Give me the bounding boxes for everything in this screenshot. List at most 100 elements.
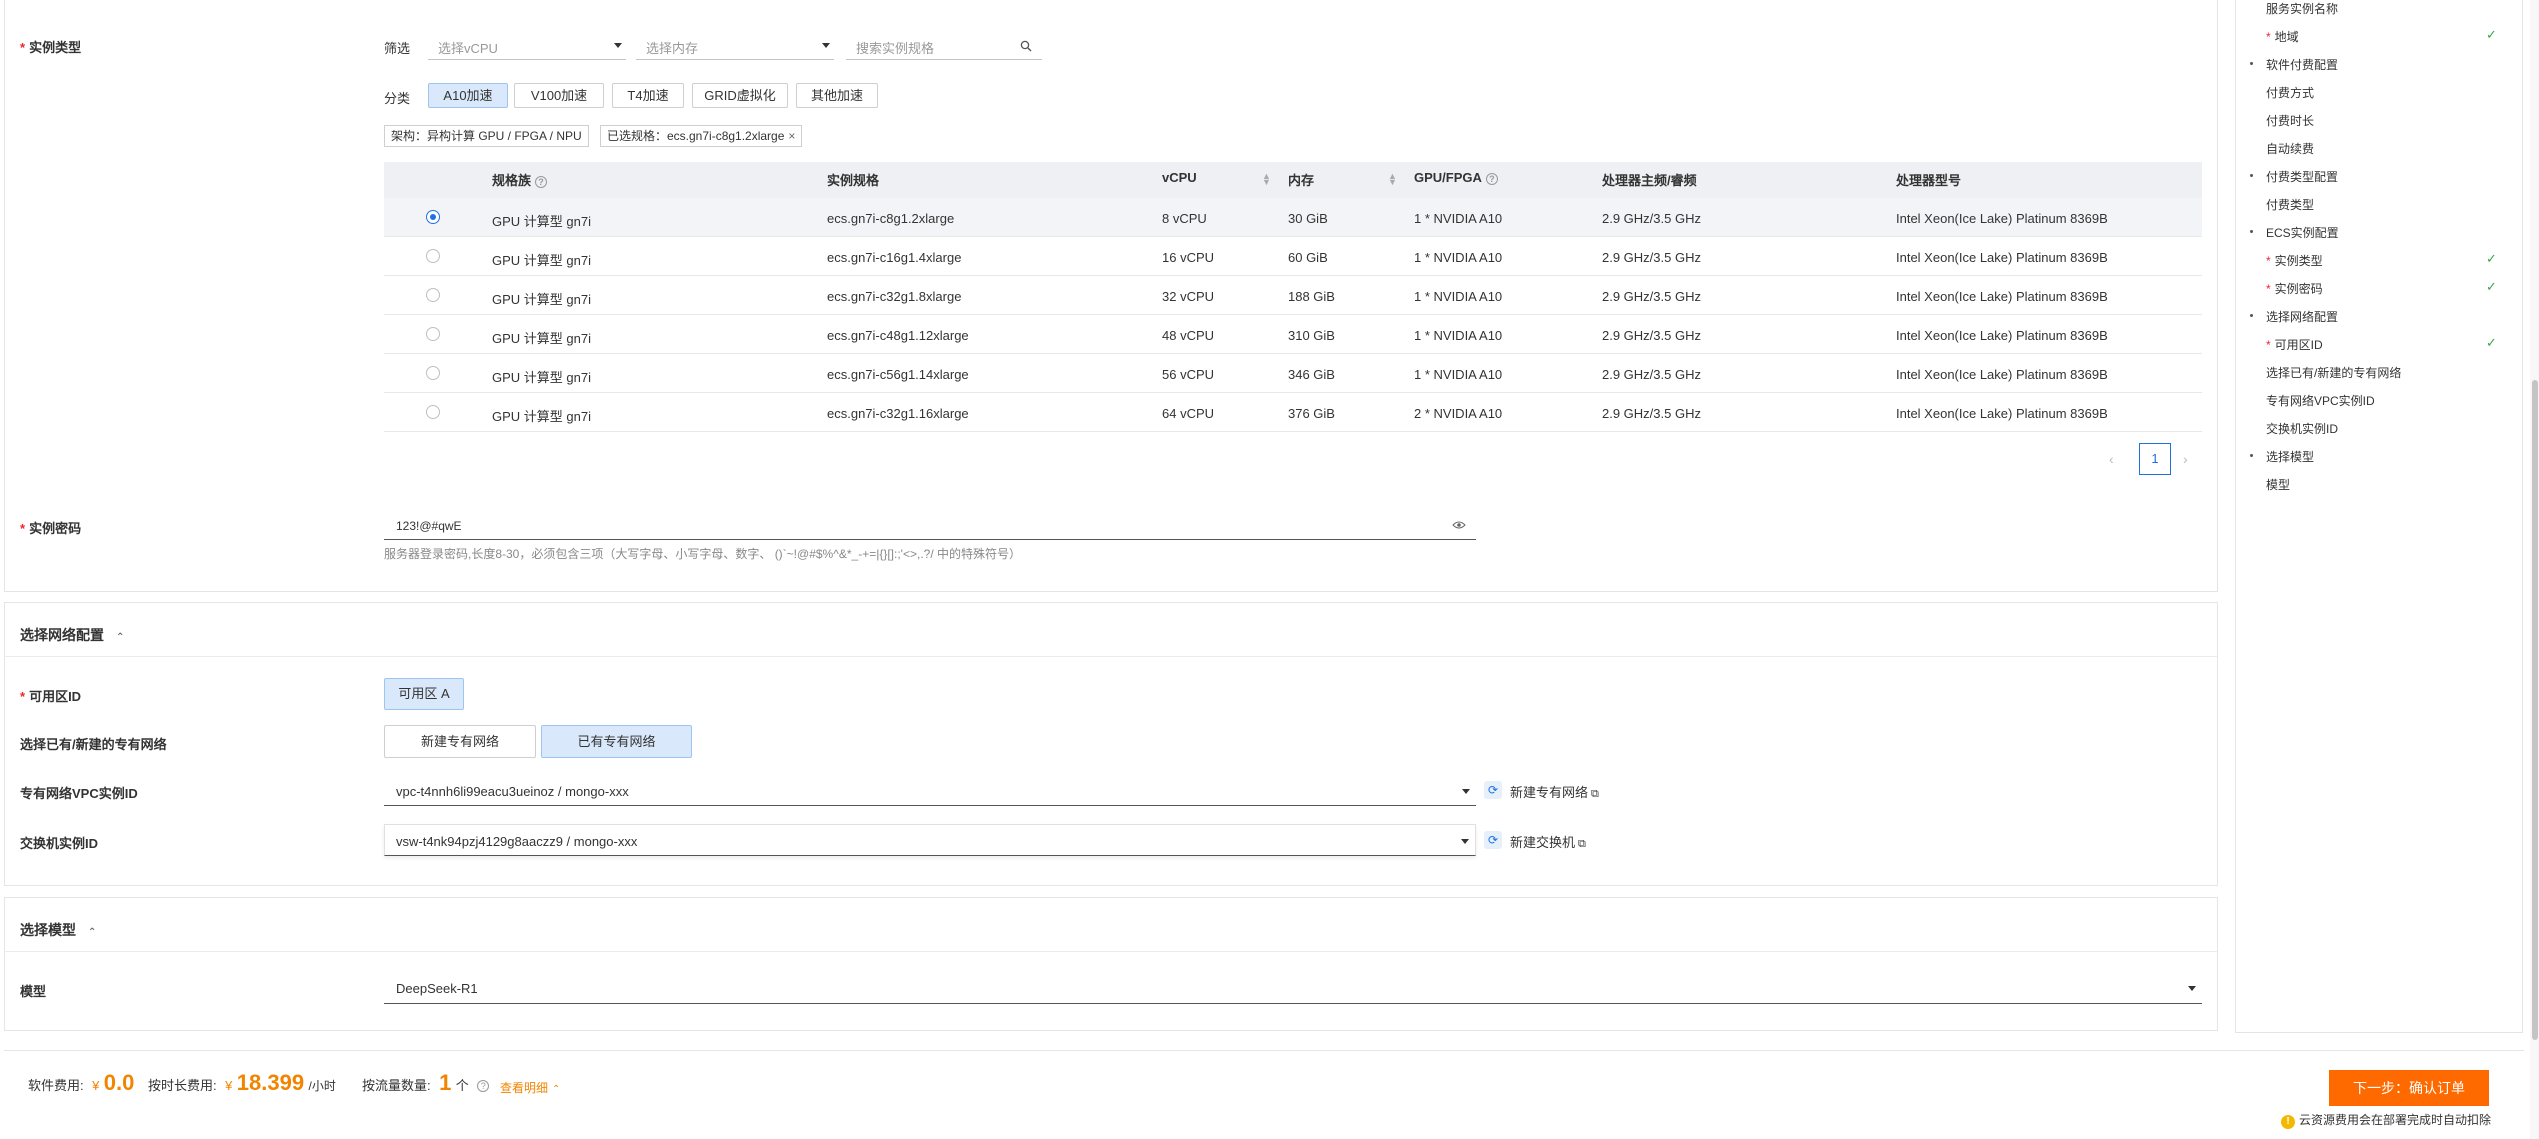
category-grid-button[interactable]: GRID虚拟化 xyxy=(692,83,788,108)
sidebar-item-label: 选择已有/新建的专有网络 xyxy=(2266,366,2402,380)
vswitch-label: 交换机实例ID xyxy=(20,836,99,851)
sidebar-item-label: 实例密码 xyxy=(2274,282,2323,296)
sidebar-item[interactable]: 选择网络配置 xyxy=(2266,308,2338,325)
sidebar-item-label: 付费类型 xyxy=(2266,198,2315,212)
sidebar-item[interactable]: 自动续费 xyxy=(2266,140,2314,157)
table-cell: 64 vCPU xyxy=(1162,406,1215,421)
password-input[interactable]: 123!@#qwE xyxy=(384,510,1476,540)
search-icon[interactable] xyxy=(1020,40,1032,52)
create-vpc-link[interactable]: 新建专有网络 ⧉ xyxy=(1510,782,1599,801)
new-vpc-button[interactable]: 新建专有网络 xyxy=(384,725,536,758)
sidebar-item[interactable]: 付费类型 xyxy=(2266,196,2314,213)
zone-a-button[interactable]: 可用区 A xyxy=(384,678,464,710)
table-cell: Intel Xeon(Ice Lake) Platinum 8369B xyxy=(1896,289,2108,304)
nav-bullet xyxy=(2250,230,2253,233)
sidebar-item[interactable]: 选择已有/新建的专有网络 xyxy=(2266,364,2401,381)
vcpu-select[interactable]: 选择vCPU xyxy=(428,30,626,60)
help-icon[interactable]: ? xyxy=(477,1079,490,1092)
table-cell: Intel Xeon(Ice Lake) Platinum 8369B xyxy=(1896,367,2108,382)
sidebar-item-label: 付费方式 xyxy=(2266,86,2315,100)
page-number-button[interactable]: 1 xyxy=(2139,443,2171,475)
memory-select[interactable]: 选择内存 xyxy=(636,30,834,60)
vswitch-select[interactable]: vsw-t4nk94pzj4129g8aaczz9 / mongo-xxx xyxy=(384,824,1476,856)
chevron-up-icon[interactable]: ⌃ xyxy=(116,632,124,643)
sidebar-item[interactable]: * 可用区ID xyxy=(2266,336,2323,353)
sidebar-item[interactable]: ECS实例配置 xyxy=(2266,224,2339,241)
model-select[interactable]: DeepSeek-R1 xyxy=(384,972,2202,1004)
spec-search-input[interactable]: 搜索实例规格 xyxy=(846,30,1042,60)
network-title-divider xyxy=(5,656,2217,657)
sort-vcpu-icon[interactable]: ▲ ▼ xyxy=(1262,172,1271,187)
required-mark: * xyxy=(2266,254,2271,268)
category-v100-button[interactable]: V100加速 xyxy=(514,83,604,108)
sidebar-item[interactable]: 付费时长 xyxy=(2266,112,2314,129)
table-cell: 2.9 GHz/3.5 GHz xyxy=(1602,406,1701,421)
traffic-label: 按流量数量: xyxy=(362,1078,431,1093)
traffic-count-value: 1 xyxy=(439,1070,452,1095)
table-cell: 1 * NVIDIA A10 xyxy=(1414,250,1503,265)
sidebar-item[interactable]: 付费方式 xyxy=(2266,84,2314,101)
col-gpu: GPU/FPGA? xyxy=(1414,170,1498,185)
software-fee-currency: ¥ xyxy=(92,1078,100,1093)
row-radio[interactable] xyxy=(426,366,440,380)
sidebar-item[interactable]: 交换机实例ID xyxy=(2266,420,2338,437)
sidebar-item-label: 地域 xyxy=(2274,30,2299,44)
required-mark: * xyxy=(2266,338,2271,352)
model-title-divider xyxy=(5,951,2217,952)
filter-label: 筛选 xyxy=(384,41,411,56)
next-page-icon[interactable]: › xyxy=(2183,451,2188,467)
sidebar-item[interactable]: 服务实例名称 xyxy=(2266,0,2338,17)
sidebar-item[interactable]: 模型 xyxy=(2266,476,2290,493)
hourly-fee-unit: /小时 xyxy=(308,1079,336,1093)
row-radio[interactable] xyxy=(426,405,440,419)
table-cell: 188 GiB xyxy=(1288,289,1335,304)
required-mark: * xyxy=(2266,30,2271,44)
external-link-icon: ⧉ xyxy=(1591,788,1599,800)
category-other-button[interactable]: 其他加速 xyxy=(796,83,878,108)
row-radio[interactable] xyxy=(426,288,440,302)
sidebar-item-label: 付费时长 xyxy=(2266,114,2315,128)
col-family: 规格族? xyxy=(492,170,548,189)
close-icon[interactable]: × xyxy=(788,129,795,143)
hourly-fee-value: 18.399 xyxy=(236,1070,305,1095)
password-value: 123!@#qwE xyxy=(396,519,462,533)
sort-memory-icon[interactable]: ▲ ▼ xyxy=(1388,172,1397,187)
table-cell: ecs.gn7i-c32g1.16xlarge xyxy=(827,406,969,421)
table-cell: 2.9 GHz/3.5 GHz xyxy=(1602,250,1701,265)
create-vswitch-link[interactable]: 新建交换机 ⧉ xyxy=(1510,832,1586,851)
next-confirm-order-button[interactable]: 下一步：确认订单 xyxy=(2329,1070,2489,1106)
sidebar-item[interactable]: 付费类型配置 xyxy=(2266,168,2338,185)
view-details-link[interactable]: 查看明细 ⌃ xyxy=(500,1079,560,1096)
row-radio[interactable] xyxy=(426,249,440,263)
help-icon[interactable]: ? xyxy=(1485,172,1498,185)
table-cell: 8 vCPU xyxy=(1162,211,1207,226)
nav-bullet xyxy=(2250,174,2253,177)
prev-page-icon[interactable]: ‹ xyxy=(2109,451,2114,467)
category-a10-button[interactable]: A10加速 xyxy=(428,83,508,108)
refresh-vswitch-icon[interactable]: ⟳ xyxy=(1484,831,1502,849)
col-cpu-model: 处理器型号 xyxy=(1896,173,1962,188)
sidebar-item[interactable]: 专有网络VPC实例ID xyxy=(2266,392,2375,409)
sidebar-item[interactable]: 选择模型 xyxy=(2266,448,2314,465)
eye-icon[interactable] xyxy=(1452,520,1466,530)
row-radio[interactable] xyxy=(426,210,440,224)
refresh-vpc-icon[interactable]: ⟳ xyxy=(1484,781,1502,799)
help-icon[interactable]: ? xyxy=(535,175,548,188)
table-cell: 376 GiB xyxy=(1288,406,1335,421)
row-radio[interactable] xyxy=(426,327,440,341)
vpc-id-select[interactable]: vpc-t4nnh6li99eacu3ueinoz / mongo-xxx xyxy=(384,775,1476,806)
sidebar-item[interactable]: * 实例类型 xyxy=(2266,252,2323,269)
page-scrollbar-thumb[interactable] xyxy=(2532,380,2538,1040)
table-cell: 30 GiB xyxy=(1288,211,1328,226)
sidebar-item[interactable]: * 地域 xyxy=(2266,28,2299,45)
sidebar-item-label: 选择网络配置 xyxy=(2266,310,2339,324)
table-cell: 2.9 GHz/3.5 GHz xyxy=(1602,289,1701,304)
sidebar-item[interactable]: * 实例密码 xyxy=(2266,280,2323,297)
vcpu-select-placeholder: 选择vCPU xyxy=(438,41,498,56)
chevron-up-icon[interactable]: ⌃ xyxy=(88,927,96,938)
existing-vpc-button[interactable]: 已有专有网络 xyxy=(541,725,692,758)
category-t4-button[interactable]: T4加速 xyxy=(612,83,684,108)
software-fee-value: 0.0 xyxy=(103,1070,135,1095)
sidebar-item[interactable]: 软件付费配置 xyxy=(2266,56,2338,73)
table-cell: 32 vCPU xyxy=(1162,289,1215,304)
